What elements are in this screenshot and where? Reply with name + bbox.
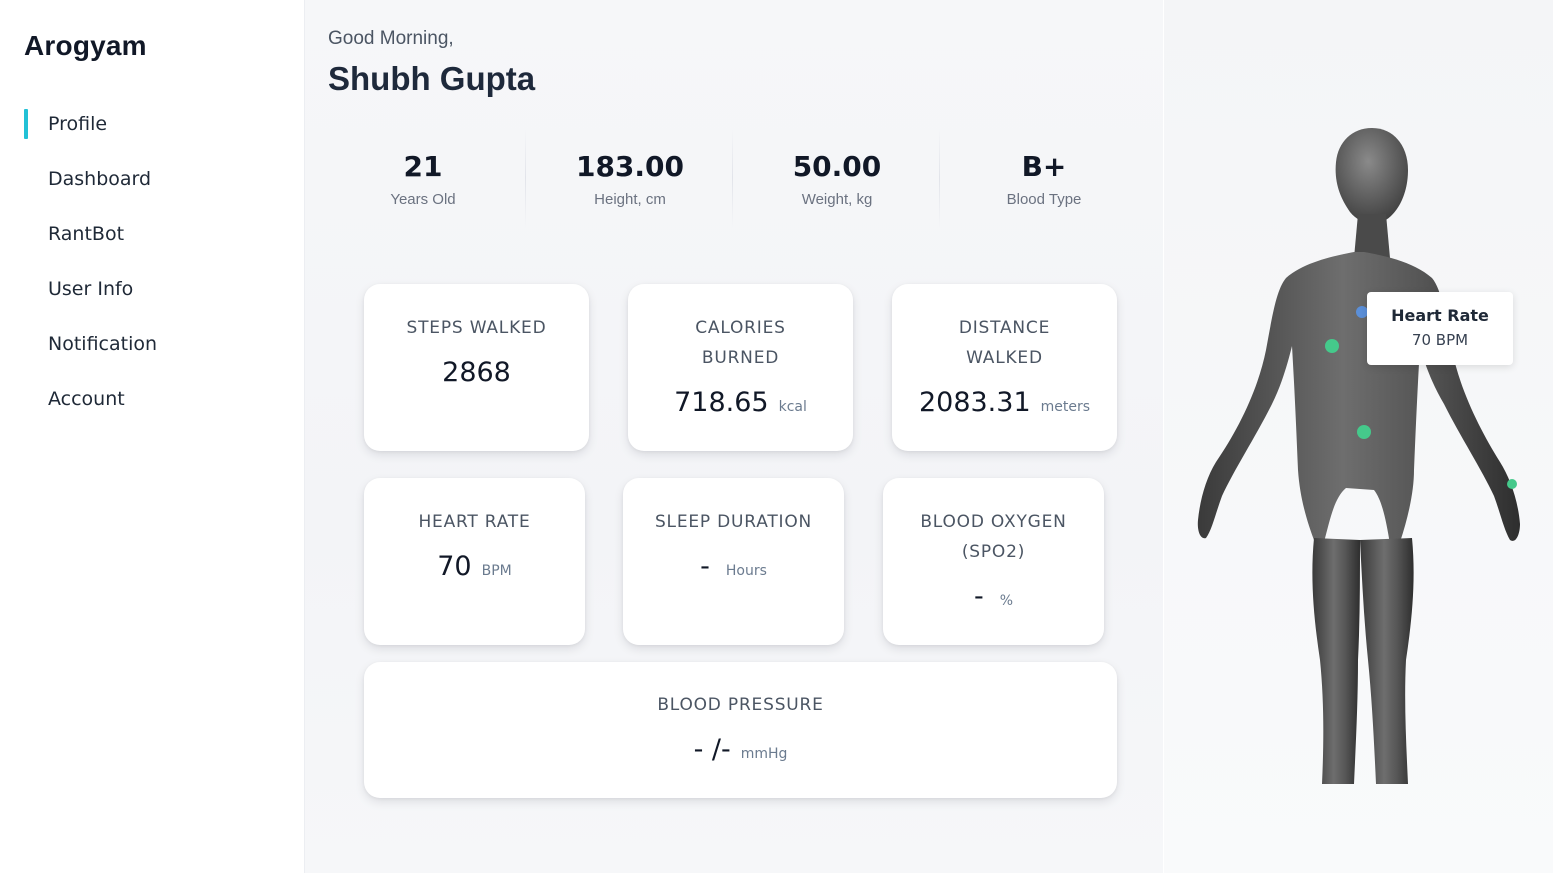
marker-abdomen[interactable] (1357, 425, 1371, 439)
main-content: Good Morning, Shubh Gupta 21 Years Old 1… (305, 0, 1163, 873)
body-model[interactable] (1164, 0, 1553, 873)
sidebar-item-rantbot[interactable]: RantBot (0, 214, 304, 269)
stat-height-label: Height, cm (594, 191, 666, 208)
divider (732, 128, 733, 228)
stat-weight-label: Weight, kg (801, 191, 873, 208)
card-title: BURNED (701, 348, 780, 368)
card-sleep-duration[interactable]: SLEEP DURATION - Hours (623, 478, 844, 645)
card-calories-burned[interactable]: CALORIES BURNED 718.65 kcal (628, 284, 853, 451)
card-blood-pressure[interactable]: BLOOD PRESSURE - /- mmHg (364, 662, 1117, 798)
divider (525, 128, 526, 228)
pressure-value: - /- (693, 734, 731, 765)
human-figure (1197, 128, 1520, 784)
stat-weight: 50.00 Weight, kg (734, 128, 940, 228)
sidebar-item-notification[interactable]: Notification (0, 324, 304, 379)
card-title: DISTANCE (958, 318, 1051, 338)
card-title: CALORIES (695, 318, 786, 338)
card-blood-oxygen[interactable]: BLOOD OXYGEN (SPO2) -% (883, 478, 1104, 645)
tooltip-title: Heart Rate (1391, 306, 1489, 325)
tooltip-value: 70 BPM (1411, 331, 1469, 349)
card-distance-walked[interactable]: DISTANCE WALKED 2083.31 meters (892, 284, 1117, 451)
stat-height-value: 183.00 (575, 150, 685, 183)
calories-value: 718.65 (674, 387, 769, 418)
card-title: HEART RATE (418, 512, 531, 532)
stat-age-value: 21 (403, 150, 443, 183)
stat-blood-type-label: Blood Type (1006, 191, 1082, 208)
sidebar-item-profile[interactable]: Profile (0, 104, 304, 159)
heart-rate-value: 70 (437, 551, 472, 582)
sidebar-item-dashboard[interactable]: Dashboard (0, 159, 304, 214)
oxygen-value: - (973, 581, 984, 612)
sidebar-item-user-info[interactable]: User Info (0, 269, 304, 324)
app-brand: Arogyam (24, 30, 147, 61)
distance-value: 2083.31 (918, 387, 1031, 418)
card-title: SLEEP DURATION (654, 512, 813, 532)
pressure-unit: mmHg (740, 746, 788, 762)
card-heart-rate[interactable]: HEART RATE 70 BPM (364, 478, 585, 645)
card-title: BLOOD PRESSURE (657, 695, 824, 715)
steps-value: 2868 (442, 357, 511, 388)
marker-wrist[interactable] (1507, 479, 1517, 489)
stat-weight-value: 50.00 (792, 150, 882, 183)
stat-age-label: Years Old (390, 191, 456, 208)
sidebar: Arogyam Profile Dashboard RantBot User I… (0, 0, 305, 873)
card-title: (SPO2) (961, 542, 1026, 562)
profile-stats: 21 Years Old 183.00 Height, cm 50.00 Wei… (320, 128, 1150, 228)
divider (939, 128, 940, 228)
card-title: STEPS WALKED (406, 318, 547, 338)
oxygen-unit: % (999, 593, 1014, 609)
stat-blood-type: B+ Blood Type (941, 128, 1147, 228)
user-name: Shubh Gupta (328, 60, 536, 97)
body-model-panel[interactable] (1164, 0, 1553, 873)
heart-rate-tooltip: Heart Rate 70 BPM (1367, 292, 1513, 365)
card-title: WALKED (966, 348, 1043, 368)
heart-rate-unit: BPM (481, 563, 512, 579)
card-steps-walked[interactable]: STEPS WALKED 2868 (364, 284, 589, 451)
stat-blood-type-value: B+ (1021, 150, 1067, 183)
calories-unit: kcal (778, 399, 807, 415)
stat-height: 183.00 Height, cm (527, 128, 733, 228)
greeting-text: Good Morning, (328, 28, 454, 49)
sleep-unit: Hours (725, 563, 767, 579)
sidebar-item-account[interactable]: Account (0, 379, 304, 434)
stat-age: 21 Years Old (320, 128, 526, 228)
distance-unit: meters (1040, 399, 1091, 415)
marker-chest[interactable] (1325, 339, 1339, 353)
sleep-value: - (700, 551, 710, 582)
card-title: BLOOD OXYGEN (920, 512, 1067, 532)
sidebar-nav: Profile Dashboard RantBot User Info Noti… (0, 104, 304, 434)
